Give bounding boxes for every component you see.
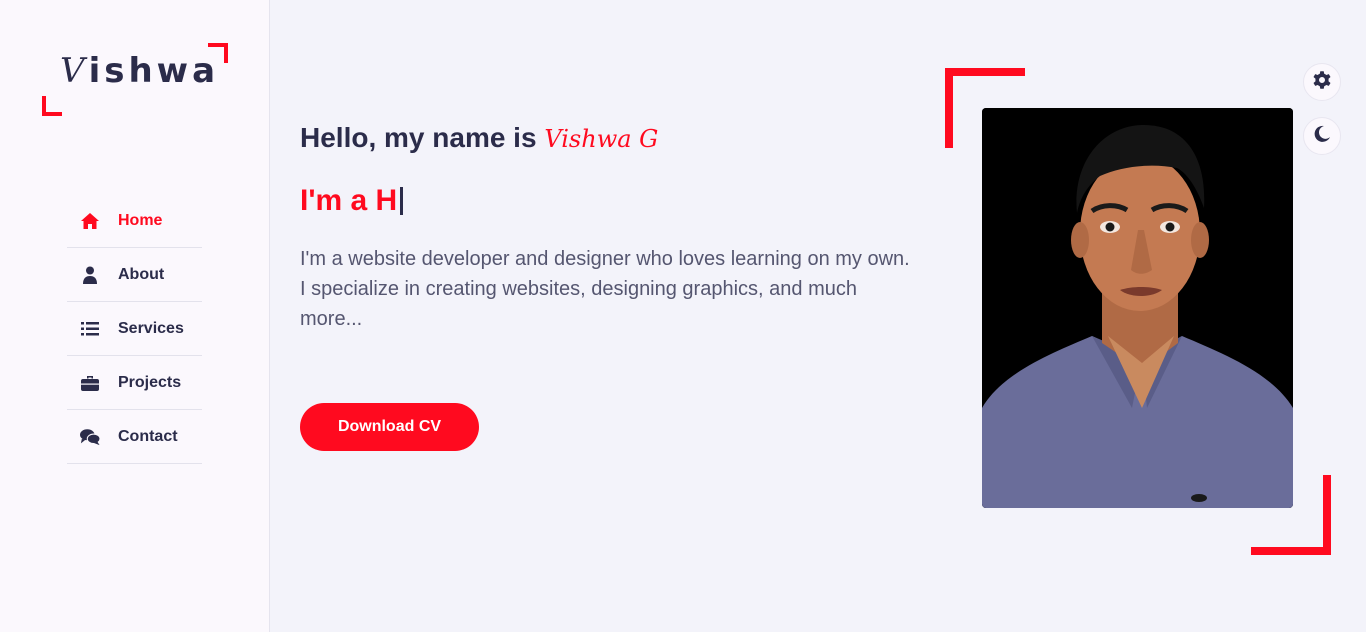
nav-item-about[interactable]: About: [67, 248, 202, 302]
greeting-text: Hello, my name is: [300, 122, 537, 153]
nav-item-label: Contact: [118, 427, 178, 445]
gear-icon: [1312, 70, 1332, 94]
theme-toggle-button[interactable]: [1303, 117, 1341, 155]
settings-button[interactable]: [1303, 63, 1341, 101]
home-icon: [80, 211, 100, 231]
nav-item-label: Services: [118, 319, 184, 337]
nav-item-label: About: [118, 265, 165, 283]
hero-name: Vishwa G: [544, 125, 659, 153]
nav-item-home[interactable]: Home: [67, 194, 202, 248]
logo-rest: ishwa: [88, 51, 220, 91]
sidebar: Vishwa Home About Services Projects Cont…: [0, 0, 270, 632]
logo-corner-bottom-left: [42, 96, 62, 116]
logo[interactable]: Vishwa: [42, 43, 228, 116]
hero-description: I'm a website developer and designer who…: [300, 248, 910, 330]
nav-item-contact[interactable]: Contact: [67, 410, 202, 464]
typing-caret: [400, 187, 404, 215]
logo-initial: V: [60, 51, 89, 91]
briefcase-icon: [80, 373, 100, 393]
nav-item-services[interactable]: Services: [67, 302, 202, 356]
nav-item-projects[interactable]: Projects: [67, 356, 202, 410]
user-icon: [80, 265, 100, 285]
typed-role: I'm a H: [300, 184, 404, 218]
moon-icon: [1313, 125, 1331, 147]
download-cv-button[interactable]: Download CV: [300, 403, 479, 451]
logo-text: Vishwa: [60, 51, 219, 91]
nav-item-label: Projects: [118, 373, 182, 391]
profile-photo: [982, 108, 1293, 508]
typed-role-text: I'm a H: [300, 184, 398, 217]
main-nav: Home About Services Projects Contact: [67, 194, 202, 464]
list-icon: [80, 319, 100, 339]
profile-photo-illustration: [982, 108, 1293, 508]
chat-icon: [80, 427, 100, 447]
hero-greeting: Hello, my name is Vishwa G: [300, 122, 658, 154]
nav-item-label: Home: [118, 211, 163, 229]
